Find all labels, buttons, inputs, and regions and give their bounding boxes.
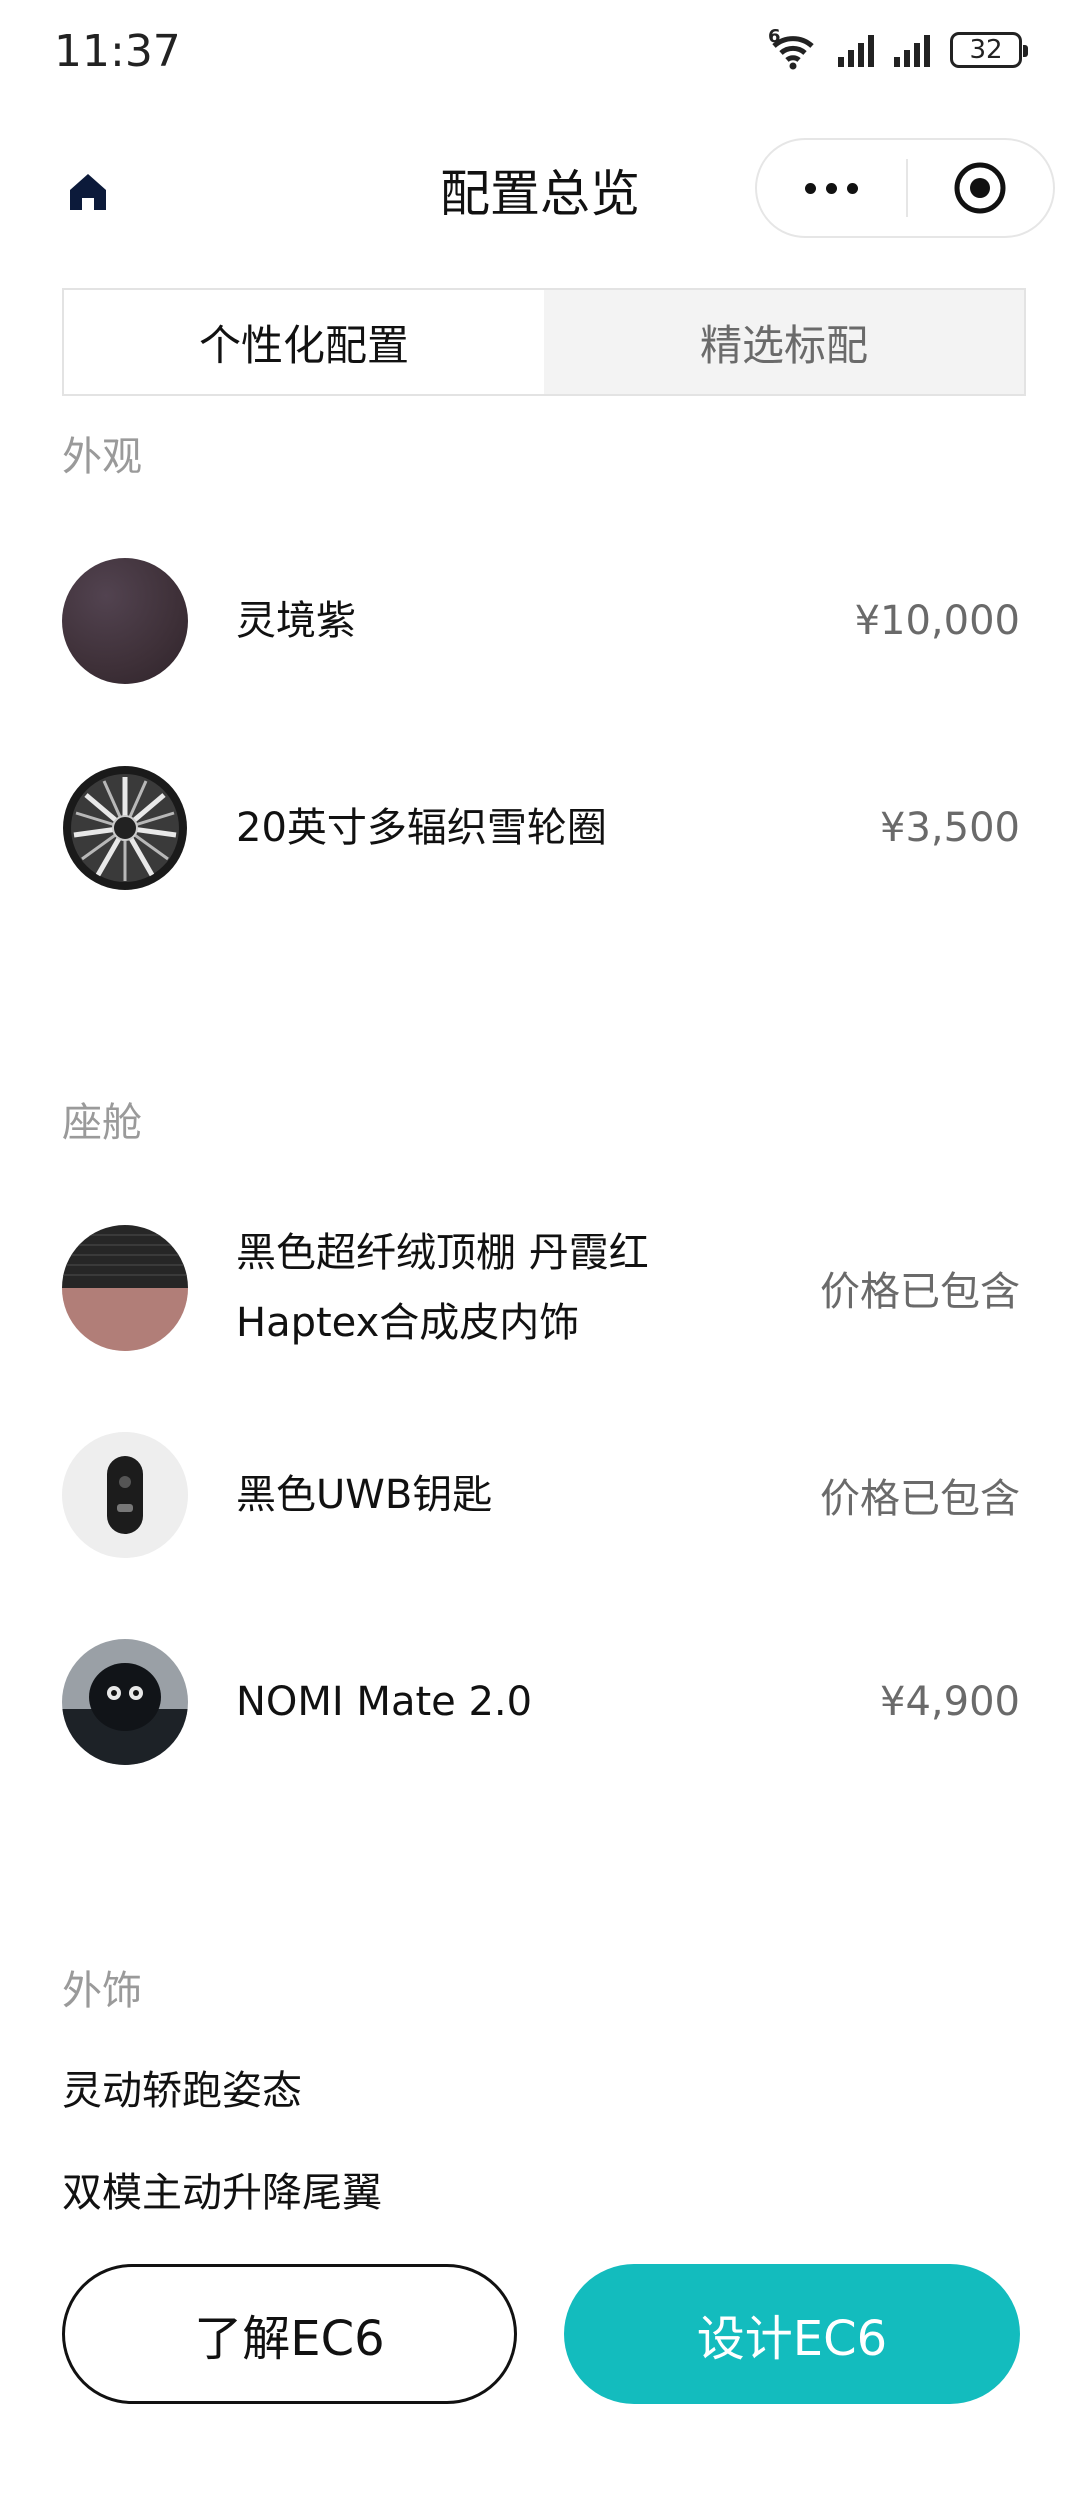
tab-standard[interactable]: 精选标配 <box>544 290 1024 394</box>
wifi-badge: 6 <box>768 26 781 47</box>
list-item-sport-stance: 灵动轿跑姿态 <box>62 2068 302 2114</box>
config-tabs: 个性化配置 精选标配 <box>62 288 1026 396</box>
list-item-interior[interactable]: 黑色超纤绒顶棚 丹霞红 Haptex合成皮内饰 价格已包含 <box>62 1223 1026 1353</box>
item-name: NOMI Mate 2.0 <box>236 1679 533 1725</box>
signal-icon <box>838 33 874 67</box>
list-item-wheel[interactable]: 20英寸多辐织雪轮圈 ¥3,500 <box>62 763 1026 893</box>
item-price: ¥4,900 <box>880 1679 1020 1725</box>
item-name-line1: 黑色超纤绒顶棚 丹霞红 <box>236 1230 649 1276</box>
wheel-rim-thumb <box>62 765 188 891</box>
design-ec6-button[interactable]: 设计EC6 <box>564 2264 1020 2404</box>
learn-ec6-button[interactable]: 了解EC6 <box>62 2264 517 2404</box>
item-name: 灵境紫 <box>236 598 356 644</box>
uwb-key-thumb <box>62 1432 188 1558</box>
section-label-exterior: 外观 <box>62 434 142 480</box>
item-price: 价格已包含 <box>820 1476 1020 1522</box>
signal-icon <box>894 33 930 67</box>
item-price: ¥3,500 <box>880 805 1020 851</box>
header: 配置总览 <box>0 130 1080 250</box>
item-name: 20英寸多辐织雪轮圈 <box>236 805 607 851</box>
mini-program-capsule <box>755 138 1055 238</box>
status-time: 11:37 <box>54 26 181 77</box>
tab-personalized[interactable]: 个性化配置 <box>64 290 544 394</box>
more-dots-icon <box>805 182 816 194</box>
status-icons: 6 32 <box>768 26 1028 70</box>
section-label-accessories: 外饰 <box>62 1968 142 2014</box>
wifi-icon: 6 <box>768 26 818 70</box>
battery-icon: 32 <box>950 32 1028 68</box>
item-name: 黑色超纤绒顶棚 丹霞红 Haptex合成皮内饰 <box>236 1218 649 1358</box>
more-button[interactable] <box>757 140 906 236</box>
list-item-nomi[interactable]: NOMI Mate 2.0 ¥4,900 <box>62 1637 1026 1767</box>
target-close-icon <box>954 162 1006 214</box>
more-dot <box>826 182 837 194</box>
item-price: ¥10,000 <box>854 598 1020 644</box>
item-name-line2: Haptex合成皮内饰 <box>236 1300 580 1346</box>
more-dot <box>847 182 858 194</box>
close-button[interactable] <box>908 140 1053 236</box>
paint-swatch-thumb <box>62 558 188 684</box>
list-item-paint[interactable]: 灵境紫 ¥10,000 <box>62 556 1026 686</box>
status-bar: 11:37 6 32 <box>0 0 1080 100</box>
battery-level: 32 <box>969 35 1003 65</box>
section-label-cabin: 座舱 <box>62 1100 142 1146</box>
item-name: 黑色UWB钥匙 <box>236 1472 493 1518</box>
interior-swatch-thumb <box>62 1225 188 1351</box>
list-item-spoiler: 双模主动升降尾翼 <box>62 2170 382 2216</box>
nomi-robot-thumb <box>62 1639 188 1765</box>
list-item-key[interactable]: 黑色UWB钥匙 价格已包含 <box>62 1430 1026 1560</box>
item-price: 价格已包含 <box>820 1269 1020 1315</box>
